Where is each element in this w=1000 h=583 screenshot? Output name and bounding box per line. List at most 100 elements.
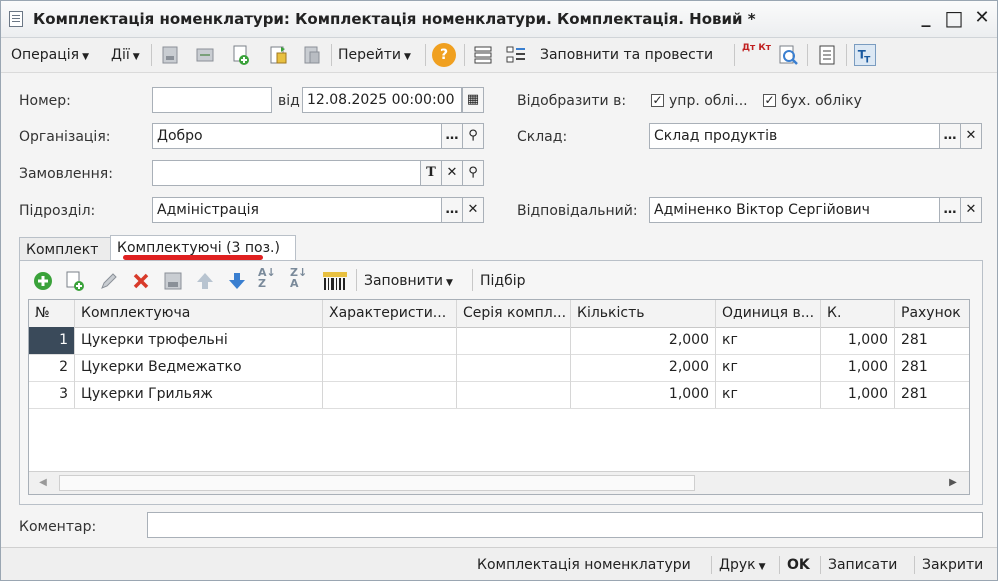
account-cell[interactable]: 281 — [895, 327, 969, 354]
post-document-icon[interactable] — [159, 44, 181, 66]
copy-row-icon[interactable] — [64, 270, 86, 292]
maximize-button[interactable]: □ — [943, 7, 965, 29]
item-cell[interactable]: Цукерки трюфельні — [75, 327, 323, 354]
quantity-cell[interactable]: 1,000 — [571, 381, 716, 408]
column-header[interactable]: Серія компл... — [457, 300, 571, 327]
characteristic-cell[interactable] — [323, 381, 457, 408]
fill-menu[interactable]: Заповнити ▼ — [364, 270, 453, 294]
coefficient-cell[interactable]: 1,000 — [821, 354, 895, 381]
type-select-icon[interactable]: T — [420, 160, 442, 186]
column-header[interactable]: Характеристи... — [323, 300, 457, 327]
ellipsis-icon[interactable]: … — [939, 197, 961, 223]
number-input[interactable] — [152, 87, 272, 113]
series-cell[interactable] — [457, 354, 571, 381]
dt-kt-icon[interactable]: Дт Кт — [742, 43, 771, 67]
ok-button[interactable]: OK — [787, 554, 810, 576]
scroll-right-icon[interactable]: ▶ — [941, 474, 965, 492]
ellipsis-icon[interactable]: … — [939, 123, 961, 149]
document-type-button[interactable]: Комплектація номенклатури — [477, 554, 691, 576]
warehouse-input[interactable]: Склад продуктів — [649, 123, 941, 149]
characteristic-cell[interactable] — [323, 327, 457, 354]
close-window-button[interactable]: ✕ — [971, 7, 993, 29]
date-input[interactable]: 12.08.2025 00:00:00 — [302, 87, 462, 113]
barcode-icon[interactable] — [322, 270, 348, 292]
scrollbar-thumb[interactable] — [59, 475, 695, 491]
clear-icon[interactable]: ✕ — [960, 197, 982, 223]
unit-cell[interactable]: кг — [716, 354, 821, 381]
dt-kt-label: Дт Кт — [742, 43, 771, 53]
responsible-input[interactable]: Адміненко Віктор Сергійович — [649, 197, 941, 223]
unit-cell[interactable]: кг — [716, 381, 821, 408]
item-cell[interactable]: Цукерки Грильяж — [75, 381, 323, 408]
bookkeeping-checkbox[interactable]: ✓ — [763, 94, 776, 107]
copy-document-icon[interactable] — [229, 44, 251, 66]
column-header[interactable]: Комплектуюча — [75, 300, 323, 327]
actions-menu[interactable]: Дії ▼ — [111, 43, 140, 67]
column-header[interactable]: Рахунок — [895, 300, 969, 327]
title-bar: Комплектація номенклатури: Комплектація … — [1, 1, 997, 38]
column-header[interactable]: Одиниця в... — [716, 300, 821, 327]
coefficient-cell[interactable]: 1,000 — [821, 381, 895, 408]
column-header[interactable]: № — [29, 300, 75, 327]
account-cell[interactable]: 281 — [895, 354, 969, 381]
preview-search-icon[interactable] — [777, 44, 799, 66]
minimize-button[interactable]: _ — [915, 7, 937, 29]
close-button[interactable]: Закрити — [922, 554, 983, 576]
department-input[interactable]: Адміністрація — [152, 197, 442, 223]
scroll-left-icon[interactable]: ◀ — [31, 474, 55, 492]
pick-button[interactable]: Підбір — [480, 270, 526, 292]
add-row-icon[interactable] — [32, 270, 54, 292]
sort-desc-icon[interactable]: Z↓ A — [290, 267, 307, 289]
table-row[interactable]: 3 Цукерки Грильяж 1,000 кг 1,000 281 — [29, 381, 969, 409]
organization-input[interactable]: Добро — [152, 123, 442, 149]
unit-cell[interactable]: кг — [716, 327, 821, 354]
warehouse-label: Склад: — [517, 129, 568, 145]
series-cell[interactable] — [457, 327, 571, 354]
clear-icon[interactable]: ✕ — [441, 160, 463, 186]
column-header[interactable]: Кількість — [571, 300, 716, 327]
text-format-icon[interactable]: TT — [854, 44, 876, 66]
print-menu[interactable]: Друк ▼ — [719, 554, 766, 576]
edit-row-icon[interactable] — [98, 270, 120, 292]
characteristic-cell[interactable] — [323, 354, 457, 381]
sort-asc-icon[interactable]: A↓ Z — [258, 267, 276, 289]
move-up-icon[interactable] — [194, 270, 216, 292]
delete-row-icon[interactable] — [130, 270, 152, 292]
table-row[interactable]: 2 Цукерки Ведмежатко 2,000 кг 1,000 281 — [29, 354, 969, 382]
table-row[interactable]: 1 Цукерки трюфельні 2,000 кг 1,000 281 — [29, 327, 969, 355]
row-number: 3 — [29, 381, 75, 408]
mgmt-accounting-checkbox[interactable]: ✓ — [651, 94, 664, 107]
components-table: № Комплектуюча Характеристи... Серія ком… — [28, 299, 970, 495]
order-input[interactable] — [152, 160, 421, 186]
horizontal-scrollbar[interactable]: ◀ ▶ — [29, 471, 969, 494]
search-icon[interactable]: ⚲ — [462, 160, 484, 186]
move-down-icon[interactable] — [226, 270, 248, 292]
end-edit-icon[interactable] — [162, 270, 184, 292]
document-journal-icon[interactable] — [816, 44, 838, 66]
account-cell[interactable]: 281 — [895, 381, 969, 408]
caret-down-icon: ▼ — [404, 52, 411, 62]
series-cell[interactable] — [457, 381, 571, 408]
goto-menu[interactable]: Перейти ▼ — [338, 43, 411, 67]
coefficient-cell[interactable]: 1,000 — [821, 327, 895, 354]
ellipsis-icon[interactable]: … — [441, 123, 463, 149]
ellipsis-icon[interactable]: … — [441, 197, 463, 223]
save-button[interactable]: Записати — [828, 554, 897, 576]
calendar-icon[interactable]: ▦ — [462, 87, 484, 113]
comment-input[interactable] — [147, 512, 983, 538]
list-settings-icon[interactable] — [472, 44, 494, 66]
fill-and-post-button[interactable]: Заповнити та провести — [540, 43, 713, 67]
structure-icon[interactable] — [301, 44, 323, 66]
unpost-document-icon[interactable] — [194, 44, 216, 66]
operation-menu[interactable]: Операція ▼ — [11, 43, 89, 67]
clear-icon[interactable]: ✕ — [960, 123, 982, 149]
item-cell[interactable]: Цукерки Ведмежатко — [75, 354, 323, 381]
quantity-cell[interactable]: 2,000 — [571, 327, 716, 354]
help-icon[interactable]: ? — [432, 43, 456, 67]
quantity-cell[interactable]: 2,000 — [571, 354, 716, 381]
search-icon[interactable]: ⚲ — [462, 123, 484, 149]
tab-kit[interactable]: Комплект — [19, 237, 111, 261]
create-based-on-icon[interactable] — [267, 44, 289, 66]
column-header[interactable]: К. — [821, 300, 895, 327]
clear-icon[interactable]: ✕ — [462, 197, 484, 223]
